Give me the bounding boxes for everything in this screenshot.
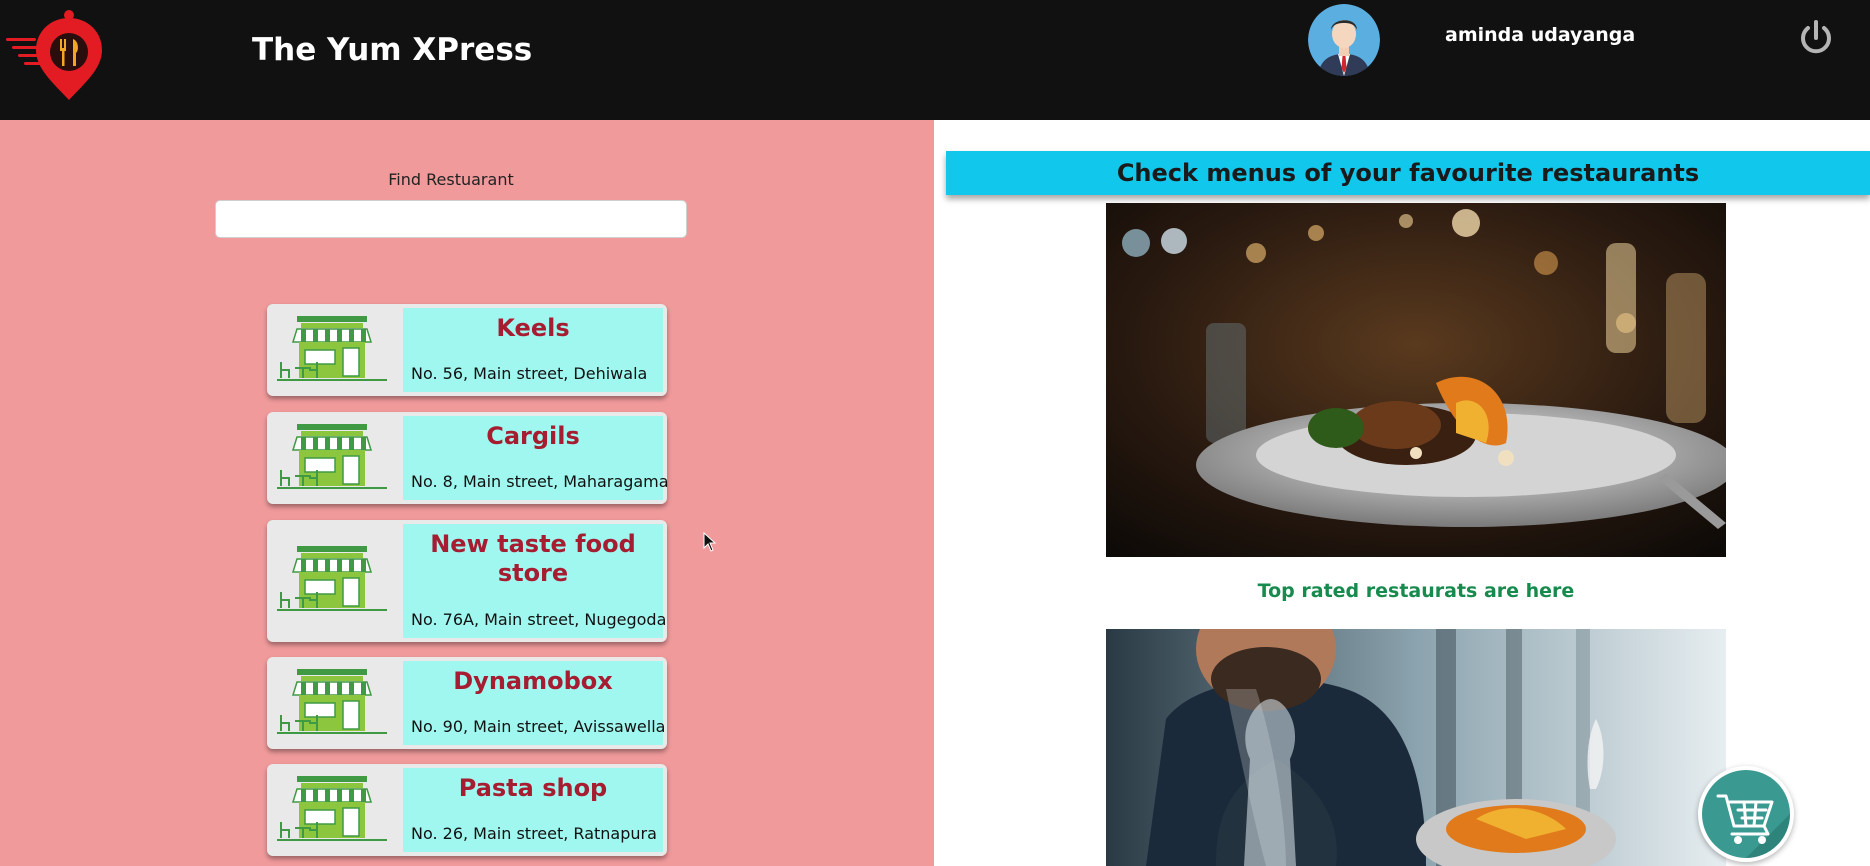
restaurant-dish-photo [1106,203,1726,557]
restaurant-address: No. 26, Main street, Ratnapura [411,824,657,843]
restaurant-card[interactable]: Keels No. 56, Main street, Dehiwala [267,304,667,396]
restaurant-list-panel: Find Restuarant Keels No. 56, Main stree… [0,120,934,866]
restaurant-name: New taste food store [430,530,636,587]
top-header: The Yum XPress aminda udayanga [0,0,1870,120]
food-location-pin-logo [6,10,102,100]
user-avatar-icon [1308,4,1380,76]
restaurant-name: Dynamobox [453,667,613,695]
power-icon[interactable] [1796,18,1836,58]
restaurant-card[interactable]: New taste food store No. 76A, Main stree… [267,520,667,642]
restaurant-name: Keels [496,314,570,342]
user-name[interactable]: aminda udayanga [1445,24,1635,46]
restaurant-info: Keels No. 56, Main street, Dehiwala [403,308,663,392]
storefront-icon [277,316,387,381]
restaurant-card[interactable]: Dynamobox No. 90, Main street, Avissawel… [267,657,667,749]
restaurant-name: Pasta shop [458,774,608,802]
storefront-icon [277,669,387,734]
shopping-cart-icon [1716,794,1790,858]
restaurant-address: No. 76A, Main street, Nugegoda [411,610,667,629]
storefront-icon [277,546,387,611]
app-title: The Yum XPress [252,32,533,68]
restaurant-card[interactable]: Pasta shop No. 26, Main street, Ratnapur… [267,764,667,856]
storefront-icon [277,424,387,489]
restaurant-name: Cargils [486,422,580,450]
restaurant-info: Pasta shop No. 26, Main street, Ratnapur… [403,768,663,852]
restaurant-card[interactable]: Cargils No. 8, Main street, Maharagama [267,412,669,504]
top-rated-caption: Top rated restaurats are here [1257,580,1575,602]
restaurant-info: Dynamobox No. 90, Main street, Avissawel… [403,661,666,745]
cart-button[interactable] [1698,766,1794,862]
search-input[interactable] [215,200,687,238]
restaurant-address: No. 8, Main street, Maharagama [411,472,669,491]
storefront-icon [277,776,387,841]
menus-banner: Check menus of your favourite restaurant… [946,151,1870,195]
restaurant-info: New taste food store No. 76A, Main stree… [403,524,667,638]
restaurant-waiter-photo [1106,629,1726,866]
mouse-cursor-icon [703,532,717,552]
restaurant-address: No. 90, Main street, Avissawella [411,717,666,736]
restaurant-info: Cargils No. 8, Main street, Maharagama [403,416,669,500]
restaurant-address: No. 56, Main street, Dehiwala [411,364,648,383]
user-avatar[interactable] [1308,4,1380,76]
search-label: Find Restuarant [388,170,514,189]
